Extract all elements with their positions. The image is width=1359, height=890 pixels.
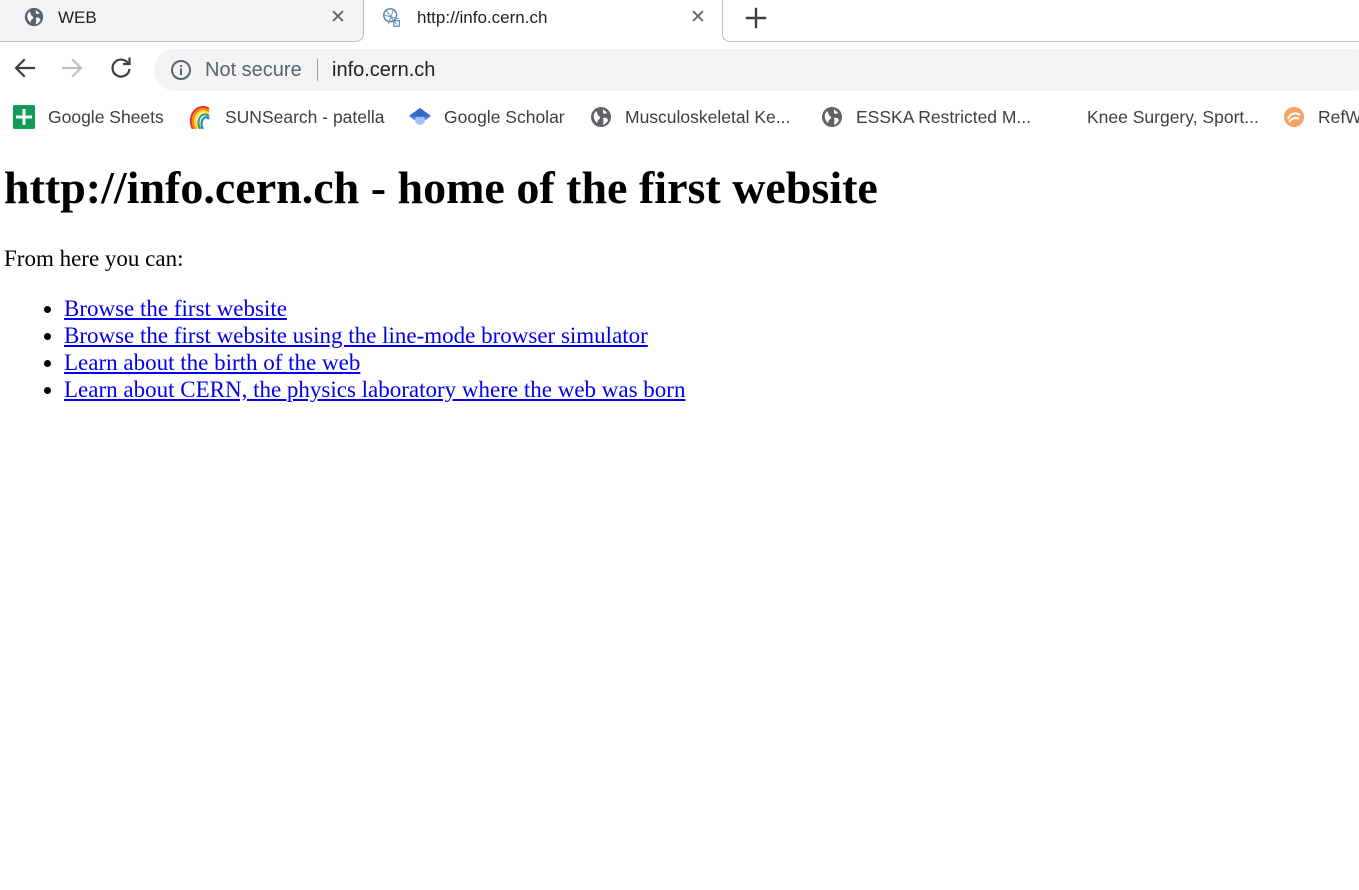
- tab-title: http://info.cern.ch: [417, 8, 548, 27]
- tab-close-icon[interactable]: ✕: [328, 8, 348, 28]
- list-item: Learn about CERN, the physics laboratory…: [64, 376, 685, 403]
- browser-toolbar: Not secure info.cern.ch: [0, 43, 1359, 96]
- tab-strip-empty-area: [722, 0, 1359, 42]
- link-browse-first-website[interactable]: Browse the first website: [64, 296, 287, 321]
- bookmark-label: Musculoskeletal Ke...: [625, 106, 791, 127]
- globe-icon: [24, 7, 44, 27]
- link-about-cern[interactable]: Learn about CERN, the physics laboratory…: [64, 377, 685, 402]
- new-tab-plus-icon[interactable]: [742, 4, 770, 32]
- google-sheets-icon: [13, 105, 35, 129]
- security-status-label[interactable]: Not secure: [205, 59, 302, 82]
- intro-text: From here you can:: [4, 246, 184, 271]
- bookmark-musculoskeletal[interactable]: Musculoskeletal Ke...: [589, 104, 790, 130]
- tab-web[interactable]: WEB ✕: [0, 0, 364, 42]
- blank-bookmark-icon: [1051, 105, 1075, 129]
- bookmark-label: SUNSearch - patella: [225, 106, 385, 127]
- bookmark-google-sheets[interactable]: Google Sheets: [12, 104, 164, 130]
- bookmark-refworks[interactable]: RefW: [1282, 104, 1359, 130]
- bookmark-sunsearch[interactable]: SUNSearch - patella: [189, 104, 385, 130]
- page-content: http://info.cern.ch - home of the first …: [0, 140, 1359, 890]
- link-birth-of-web[interactable]: Learn about the birth of the web: [64, 350, 360, 375]
- address-bar[interactable]: Not secure info.cern.ch: [154, 49, 1359, 91]
- bookmark-label: Google Sheets: [48, 106, 164, 127]
- info-circle-icon[interactable]: [170, 59, 192, 81]
- omnibox-separator: [317, 59, 318, 81]
- list-item: Browse the first website: [64, 295, 685, 322]
- bookmark-label: RefW: [1318, 106, 1359, 127]
- tab-title: WEB: [58, 8, 97, 27]
- list-item: Browse the first website using the line-…: [64, 322, 685, 349]
- tab-strip: WEB ✕ http://info.cern.ch ✕: [0, 0, 1359, 42]
- refworks-icon: [1284, 107, 1304, 127]
- reload-icon[interactable]: [108, 55, 134, 81]
- forward-arrow-icon[interactable]: [59, 55, 85, 81]
- bookmark-google-scholar[interactable]: Google Scholar: [408, 104, 565, 130]
- cern-favicon-icon: [383, 8, 400, 27]
- bookmark-esska[interactable]: ESSKA Restricted M...: [820, 104, 1031, 130]
- page-title: http://info.cern.ch - home of the first …: [4, 162, 878, 213]
- tab-info-cern[interactable]: http://info.cern.ch ✕: [364, 0, 722, 42]
- bookmark-label: Google Scholar: [444, 106, 565, 127]
- back-arrow-icon[interactable]: [12, 55, 38, 81]
- sunsearch-rainbow-icon: [189, 105, 210, 129]
- globe-icon: [591, 107, 611, 127]
- bookmarks-bar: Google Sheets SUNSearch - patella Google…: [0, 96, 1359, 140]
- bookmark-label: ESSKA Restricted M...: [856, 106, 1032, 127]
- bookmark-knee-surgery[interactable]: Knee Surgery, Sport...: [1051, 104, 1259, 130]
- link-list: Browse the first website Browse the firs…: [0, 295, 685, 403]
- url-text[interactable]: info.cern.ch: [332, 59, 435, 82]
- link-line-mode-browser[interactable]: Browse the first website using the line-…: [64, 323, 648, 348]
- list-item: Learn about the birth of the web: [64, 349, 685, 376]
- tab-close-icon[interactable]: ✕: [688, 8, 708, 28]
- google-scholar-icon: [409, 108, 431, 125]
- bookmark-label: Knee Surgery, Sport...: [1087, 106, 1259, 127]
- globe-icon: [822, 107, 842, 127]
